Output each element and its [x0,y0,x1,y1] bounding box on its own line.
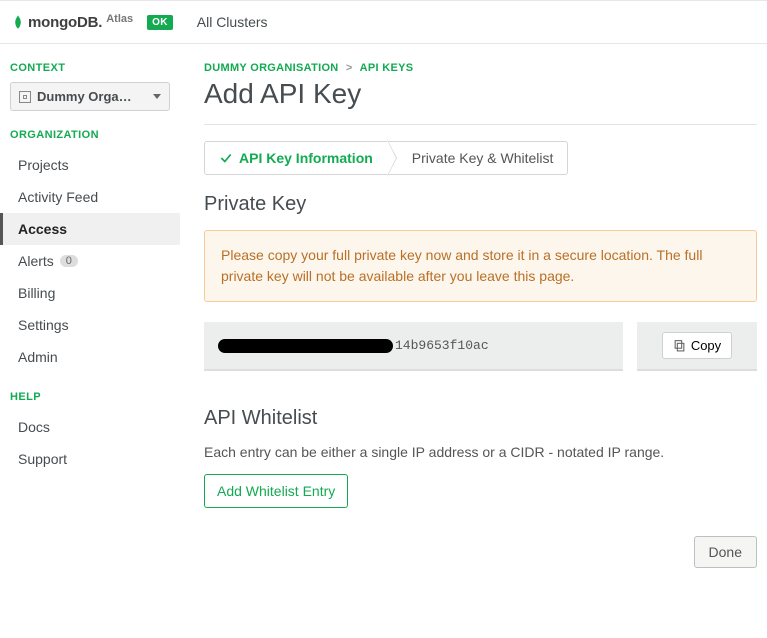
private-key-suffix: 14b9653f10ac [395,338,489,353]
breadcrumb-page[interactable]: API KEYS [360,62,414,74]
logo-text: mongoDB. [28,14,102,31]
private-key-value: 14b9653f10ac [204,322,623,371]
whitelist-description: Each entry can be either a single IP add… [204,444,757,460]
step-private-key-whitelist[interactable]: Private Key & Whitelist [388,141,569,175]
step-indicator: API Key Information Private Key & Whitel… [204,141,757,175]
sidebar-item-support[interactable]: Support [0,443,180,475]
all-clusters-link[interactable]: All Clusters [197,14,268,30]
chevron-down-icon [153,94,161,99]
private-key-warning: Please copy your full private key now an… [204,230,757,302]
main-content: DUMMY ORGANISATION > API KEYS Add API Ke… [180,44,767,588]
org-icon [19,91,31,103]
logo[interactable]: mongoDB. Atlas [10,11,133,33]
api-whitelist-heading: API Whitelist [204,407,757,430]
private-key-row: 14b9653f10ac Copy [204,322,757,371]
topbar: mongoDB. Atlas OK All Clusters [0,0,767,44]
private-key-heading: Private Key [204,193,757,216]
alerts-count-badge: 0 [60,255,78,267]
context-selector[interactable]: Dummy Organ… [10,82,170,111]
done-button[interactable]: Done [694,536,757,568]
sidebar-item-projects[interactable]: Projects [0,149,180,181]
breadcrumb: DUMMY ORGANISATION > API KEYS [204,62,757,74]
sidebar-item-settings[interactable]: Settings [0,309,180,341]
sidebar-item-admin[interactable]: Admin [0,341,180,373]
sidebar-item-alerts[interactable]: Alerts0 [0,245,180,277]
mongodb-leaf-icon [10,11,26,33]
copy-button[interactable]: Copy [662,332,732,359]
help-heading: HELP [0,391,180,411]
divider [204,124,757,125]
copy-icon [673,339,686,352]
breadcrumb-sep: > [346,62,353,74]
status-badge-ok: OK [147,15,173,30]
add-whitelist-entry-button[interactable]: Add Whitelist Entry [204,474,348,508]
context-heading: CONTEXT [0,62,180,82]
step-api-key-info[interactable]: API Key Information [204,141,388,175]
page-title: Add API Key [204,78,757,110]
sidebar: CONTEXT Dummy Organ… ORGANIZATION Projec… [0,44,180,588]
logo-subtext: Atlas [106,13,133,25]
breadcrumb-org[interactable]: DUMMY ORGANISATION [204,62,339,74]
footer-actions: Done [204,536,757,568]
sidebar-item-activity-feed[interactable]: Activity Feed [0,181,180,213]
organization-heading: ORGANIZATION [0,129,180,149]
sidebar-item-billing[interactable]: Billing [0,277,180,309]
redacted-portion [218,339,393,353]
context-value: Dummy Organ… [37,89,137,104]
sidebar-item-access[interactable]: Access [0,213,180,245]
check-icon [219,151,233,165]
sidebar-item-docs[interactable]: Docs [0,411,180,443]
copy-column: Copy [637,322,757,371]
